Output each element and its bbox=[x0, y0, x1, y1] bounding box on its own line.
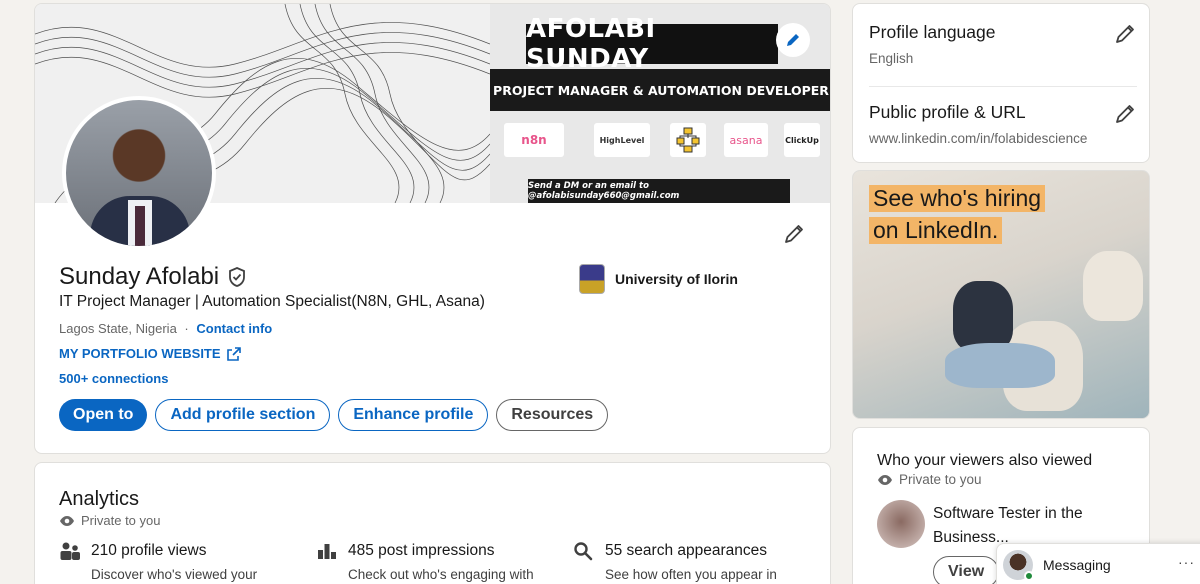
view-profile-button[interactable]: View bbox=[933, 556, 1000, 584]
profile-views-description: Discover who's viewed your bbox=[91, 567, 258, 582]
public-profile-url-setting: Public profile & URL www.linkedin.com/in… bbox=[869, 102, 1137, 146]
search-icon bbox=[574, 542, 593, 561]
public-profile-url-title: Public profile & URL bbox=[869, 102, 1026, 122]
ad-headline-line1: See who's hiring bbox=[869, 185, 1046, 212]
ad-person-white-top bbox=[1083, 251, 1143, 321]
profile-language-title: Profile language bbox=[869, 22, 996, 42]
connections-link[interactable]: 500+ connections bbox=[59, 371, 168, 386]
online-status-dot bbox=[1024, 571, 1034, 581]
resources-button[interactable]: Resources bbox=[496, 399, 609, 431]
pencil-icon bbox=[1116, 105, 1134, 123]
external-link-icon bbox=[226, 346, 241, 361]
clickup-logo: ClickUp bbox=[784, 123, 820, 157]
post-impressions-description: Check out who's engaging with bbox=[348, 567, 534, 582]
eye-icon bbox=[60, 515, 74, 526]
contact-info-link[interactable]: Contact info bbox=[196, 321, 272, 336]
hiring-ad-card[interactable]: See who's hiring on LinkedIn. bbox=[852, 170, 1150, 419]
search-appearances-description: See how often you appear in bbox=[605, 567, 777, 582]
analytics-private-note: Private to you bbox=[59, 513, 161, 528]
n8n-logo: n8n bbox=[504, 123, 564, 157]
settings-divider bbox=[869, 86, 1137, 87]
profile-name-text: Sunday Afolabi bbox=[59, 263, 220, 290]
analytics-private-text: Private to you bbox=[81, 513, 161, 528]
portfolio-link-text: MY PORTFOLIO WEBSITE bbox=[59, 346, 221, 361]
separator-dot: · bbox=[184, 321, 189, 336]
education-university[interactable]: University of Ilorin bbox=[579, 264, 738, 294]
edit-language-button[interactable] bbox=[1113, 22, 1137, 46]
location-row: Lagos State, Nigeria · Contact info bbox=[59, 321, 272, 336]
profile-card: AFOLABI SUNDAY PROJECT MANAGER & AUTOMAT… bbox=[34, 3, 831, 454]
messaging-avatar bbox=[1003, 550, 1034, 581]
pencil-icon bbox=[785, 225, 803, 243]
metric-search-appearances[interactable]: 55 search appearances See how often you … bbox=[573, 541, 803, 582]
analytics-card: Analytics Private to you 210 profile vie… bbox=[34, 462, 831, 584]
university-logo bbox=[579, 264, 605, 294]
people-icon bbox=[60, 542, 80, 560]
verified-shield-icon[interactable] bbox=[227, 266, 247, 288]
eye-icon bbox=[878, 474, 892, 485]
asana-logo: asana bbox=[724, 123, 768, 157]
post-impressions-value: 485 post impressions bbox=[348, 542, 495, 559]
pencil-icon bbox=[787, 34, 799, 46]
profile-views-value: 210 profile views bbox=[91, 542, 207, 559]
workflow-icon bbox=[670, 123, 706, 157]
edit-url-button[interactable] bbox=[1113, 102, 1137, 126]
banner-name: AFOLABI SUNDAY bbox=[526, 14, 778, 74]
ad-headline-line2: on LinkedIn. bbox=[869, 217, 1003, 244]
viewers-private-note: Private to you bbox=[877, 472, 982, 487]
avatar-tie bbox=[135, 206, 145, 246]
edit-intro-button[interactable] bbox=[780, 220, 808, 248]
edit-banner-button[interactable] bbox=[776, 23, 810, 57]
messaging-bar[interactable]: Messaging ··· bbox=[996, 543, 1200, 584]
viewers-private-text: Private to you bbox=[899, 472, 982, 487]
profile-actions: Open to Add profile section Enhance prof… bbox=[59, 399, 609, 431]
banner-title: PROJECT MANAGER & AUTOMATION DEVELOPER bbox=[490, 69, 830, 111]
portfolio-website-link[interactable]: MY PORTFOLIO WEBSITE bbox=[59, 346, 241, 361]
profile-photo[interactable] bbox=[62, 96, 216, 250]
ad-person-striped-shirt bbox=[953, 281, 1013, 351]
university-name: University of Ilorin bbox=[615, 271, 738, 287]
pencil-icon bbox=[1116, 25, 1134, 43]
ad-person-jeans bbox=[945, 343, 1055, 388]
metric-profile-views[interactable]: 210 profile views Discover who's viewed … bbox=[59, 541, 289, 582]
bar-chart-icon bbox=[318, 544, 336, 559]
viewer-avatar[interactable] bbox=[877, 500, 925, 548]
banner-contact: Send a DM or an email to @afolabisunday6… bbox=[528, 179, 790, 203]
profile-language-setting: Profile language English bbox=[869, 22, 1137, 66]
profile-name: Sunday Afolabi bbox=[59, 263, 247, 291]
profile-settings-card: Profile language English Public profile … bbox=[852, 3, 1150, 163]
analytics-title: Analytics bbox=[59, 488, 140, 510]
highlevel-logo: HighLevel bbox=[594, 123, 650, 157]
messaging-label: Messaging bbox=[1043, 557, 1111, 573]
open-to-button[interactable]: Open to bbox=[59, 399, 148, 431]
profile-language-value: English bbox=[869, 51, 914, 66]
profile-headline: IT Project Manager | Automation Speciali… bbox=[59, 293, 485, 310]
search-appearances-value: 55 search appearances bbox=[605, 542, 768, 559]
location-text: Lagos State, Nigeria bbox=[59, 321, 177, 336]
viewers-title: Who your viewers also viewed bbox=[877, 452, 1093, 469]
metric-post-impressions[interactable]: 485 post impressions Check out who's eng… bbox=[316, 541, 546, 582]
public-profile-url-value: www.linkedin.com/in/folabidescience bbox=[869, 131, 1088, 146]
enhance-profile-button[interactable]: Enhance profile bbox=[338, 399, 489, 431]
more-options-icon[interactable]: ··· bbox=[1178, 554, 1195, 570]
add-profile-section-button[interactable]: Add profile section bbox=[155, 399, 331, 431]
